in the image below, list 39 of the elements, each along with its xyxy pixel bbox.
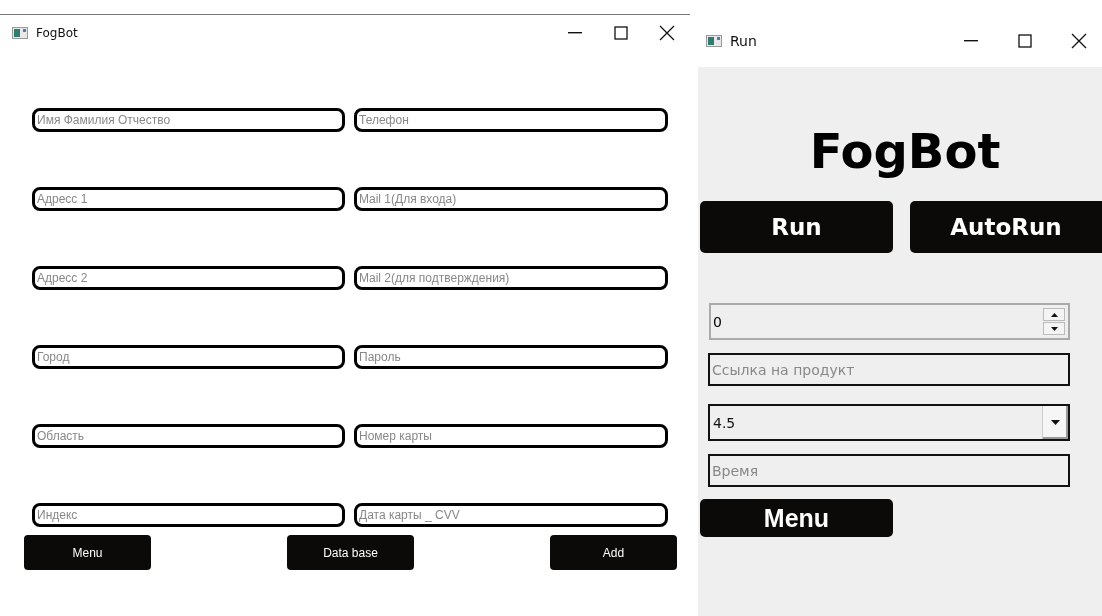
app-icon: [12, 27, 28, 39]
input-field[interactable]: Время: [708, 454, 1070, 487]
input-field[interactable]: Адресс 2: [32, 266, 345, 290]
dropdown[interactable]: 4.5: [708, 404, 1070, 441]
maximize-icon: [614, 26, 628, 40]
input-field[interactable]: Mail 1(Для входа): [354, 187, 668, 211]
spin-down-button[interactable]: [1043, 322, 1065, 335]
input-field[interactable]: Адресс 1: [32, 187, 345, 211]
button[interactable]: AutoRun: [910, 201, 1102, 253]
input-field[interactable]: Mail 2(для подтверждения): [354, 266, 668, 290]
minimize-icon: [964, 39, 978, 42]
window-title: FogBot: [36, 26, 78, 40]
input-field[interactable]: Область: [32, 424, 345, 448]
input-field[interactable]: Телефон: [354, 108, 668, 132]
maximize-icon: [1018, 33, 1032, 48]
button[interactable]: Data base: [287, 535, 414, 570]
button[interactable]: Menu: [24, 535, 151, 570]
button[interactable]: Add: [550, 535, 677, 570]
window-title: Run: [730, 32, 757, 49]
up-arrow-icon: [1050, 312, 1058, 317]
input-field[interactable]: Номер карты: [354, 424, 668, 448]
number-field[interactable]: 0: [711, 306, 1043, 337]
down-arrow-icon: [1050, 326, 1058, 331]
close-icon: [1071, 32, 1087, 49]
app-icon: [706, 34, 722, 47]
minimize-icon: [568, 32, 582, 34]
caret-icon: [1051, 420, 1060, 425]
menu-button[interactable]: Menu: [700, 499, 893, 537]
input-field[interactable]: Ссылка на продукт: [708, 353, 1070, 386]
input-field[interactable]: Имя Фамилия Отчество: [32, 108, 345, 132]
button[interactable]: Run: [700, 201, 893, 253]
spin-box[interactable]: 0: [709, 303, 1070, 340]
close-icon: [659, 25, 675, 41]
input-field[interactable]: Пароль: [354, 345, 668, 369]
input-field[interactable]: Индекс: [32, 503, 345, 527]
input-field[interactable]: Дата карты _ CVV: [354, 503, 668, 527]
app-heading: FogBot: [809, 122, 1001, 181]
spin-up-button[interactable]: [1043, 308, 1065, 321]
input-field[interactable]: Город: [32, 345, 345, 369]
